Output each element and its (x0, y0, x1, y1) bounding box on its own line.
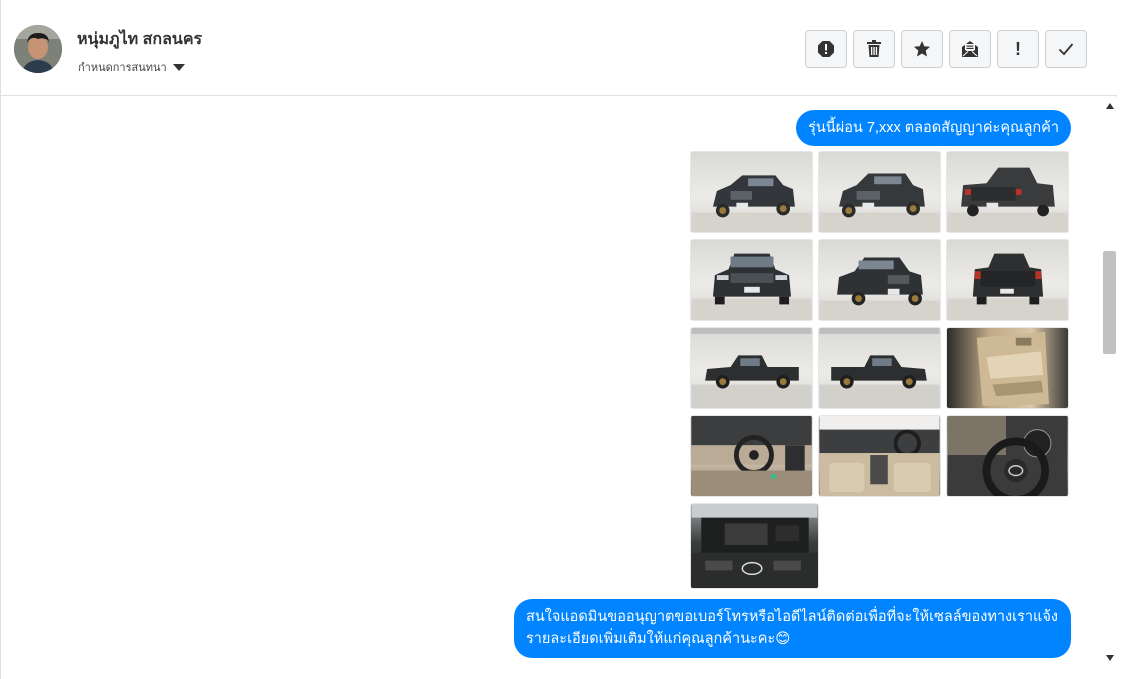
truck-photo-rear[interactable] (946, 239, 1069, 321)
action-toolbar: ! (805, 30, 1087, 68)
alert-circle-icon (818, 41, 834, 57)
truck-photo-rear[interactable] (946, 151, 1069, 233)
message-list: รุ่นนี้ผ่อน 7,xxx ตลอดสัญญาค่ะคุณลูกค้า (1, 97, 1101, 679)
assign-conversation-dropdown[interactable]: กำหนดการสนทนา (78, 58, 185, 76)
truck-photo-side[interactable] (690, 327, 813, 409)
truck-photo-engine-bay[interactable] (690, 503, 819, 589)
truck-photo-front[interactable] (690, 239, 813, 321)
trash-icon (867, 40, 881, 57)
scroll-up-icon[interactable] (1106, 103, 1114, 109)
scroll-down-icon[interactable] (1106, 655, 1114, 661)
mark-done-button[interactable] (1045, 30, 1087, 68)
check-icon (1058, 43, 1074, 56)
delete-button[interactable] (853, 30, 895, 68)
message-bubble: รุ่นนี้ผ่อน 7,xxx ตลอดสัญญาค่ะคุณลูกค้า (796, 110, 1071, 146)
truck-photo-cabin[interactable] (818, 415, 941, 497)
star-button[interactable] (901, 30, 943, 68)
truck-photo-steering-wheel[interactable] (946, 415, 1069, 497)
exclamation-icon: ! (1015, 39, 1021, 59)
truck-photo-front-left[interactable] (818, 239, 941, 321)
truck-photo-front-left[interactable] (818, 151, 941, 233)
scrollbar[interactable] (1102, 97, 1117, 679)
mark-unread-button[interactable] (949, 30, 991, 68)
conversation-header: หนุ่มภูไท สกลนคร กำหนดการสนทนา ! (1, 0, 1117, 96)
truck-photo-side[interactable] (818, 327, 941, 409)
caret-down-icon (172, 63, 185, 71)
star-icon (914, 41, 930, 57)
truck-photo-front-left[interactable] (690, 151, 813, 233)
conversation-panel: หนุ่มภูไท สกลนคร กำหนดการสนทนา ! รุ่นนี้… (0, 0, 1117, 679)
message-bubble: สนใจแอดมินขออนุญาตขอเบอร์โทรหรือไอดีไลน์… (514, 599, 1071, 658)
avatar[interactable] (14, 25, 62, 73)
truck-photo-dashboard[interactable] (690, 415, 813, 497)
mail-open-icon (962, 41, 978, 57)
truck-photo-door-panel[interactable] (946, 327, 1069, 409)
mark-spam-button[interactable] (805, 30, 847, 68)
scrollbar-thumb[interactable] (1103, 251, 1116, 354)
assign-label: กำหนดการสนทนา (78, 62, 167, 74)
contact-name: หนุ่มภูไท สกลนคร (77, 31, 203, 48)
follow-up-button[interactable]: ! (997, 30, 1039, 68)
